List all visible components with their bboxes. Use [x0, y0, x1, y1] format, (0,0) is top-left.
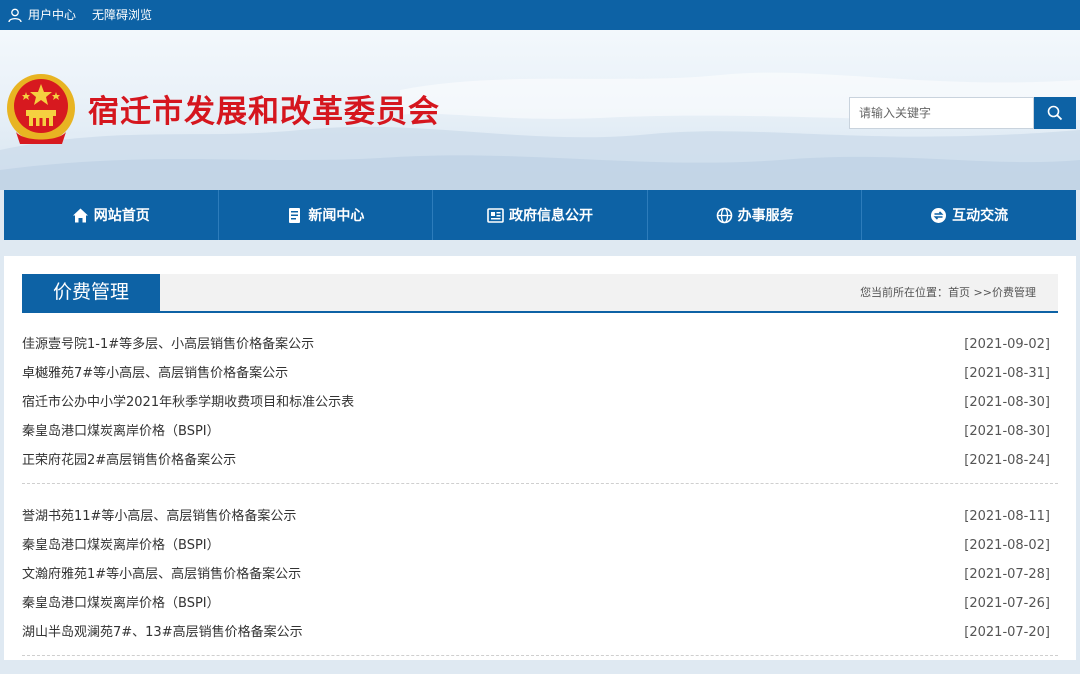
nav-label: 政府信息公开: [508, 208, 593, 224]
main-nav: 网站首页 新闻中心 政府信息公开 办事服务 互动交流: [4, 190, 1076, 240]
nav-item-info-disclosure[interactable]: 政府信息公开: [433, 190, 648, 240]
info-icon: [487, 207, 504, 223]
nav-label: 互动交流: [952, 208, 1009, 224]
news-group: 佳源壹号院1-1#等多层、小高层销售价格备案公示 [2021-09-02] 卓樾…: [22, 330, 1058, 484]
search-input[interactable]: 请输入关键字: [849, 97, 1034, 129]
home-icon: [72, 208, 88, 222]
news-title-link[interactable]: 秦皇岛港口煤炭离岸价格（BSPI）: [22, 589, 220, 618]
list-item[interactable]: 誉湖书苑11#等小高层、高层销售价格备案公示 [2021-08-11]: [22, 502, 1058, 531]
section-header: 价费管理 您当前所在位置：首页 >>价费管理: [22, 274, 1058, 313]
news-date: [2021-08-02]: [964, 538, 1050, 553]
list-item[interactable]: 正荣府花园2#高层销售价格备案公示 [2021-08-24]: [22, 446, 1058, 475]
breadcrumb: 您当前所在位置：首页 >>价费管理: [860, 274, 1036, 311]
news-date: [2021-09-02]: [964, 337, 1050, 352]
list-item[interactable]: 文瀚府雅苑1#等小高层、高层销售价格备案公示 [2021-07-28]: [22, 560, 1058, 589]
news-date: [2021-08-24]: [964, 453, 1050, 468]
user-icon: [8, 8, 22, 22]
news-date: [2021-07-28]: [964, 567, 1050, 582]
list-item[interactable]: 秦皇岛港口煤炭离岸价格（BSPI） [2021-07-26]: [22, 589, 1058, 618]
top-bar: 用户中心 无障碍浏览: [0, 0, 1080, 30]
nav-label: 新闻中心: [308, 208, 365, 224]
news-title-link[interactable]: 文瀚府雅苑1#等小高层、高层销售价格备案公示: [22, 560, 301, 589]
news-date: [2021-07-20]: [964, 625, 1050, 640]
search-icon: [1047, 105, 1063, 121]
nav-item-services[interactable]: 办事服务: [648, 190, 863, 240]
list-item[interactable]: 湖山半岛观澜苑7#、13#高层销售价格备案公示 [2021-07-20]: [22, 618, 1058, 647]
list-item[interactable]: 卓樾雅苑7#等小高层、高层销售价格备案公示 [2021-08-31]: [22, 359, 1058, 388]
news-title-link[interactable]: 秦皇岛港口煤炭离岸价格（BSPI）: [22, 417, 220, 446]
news-list: 佳源壹号院1-1#等多层、小高层销售价格备案公示 [2021-09-02] 卓樾…: [22, 330, 1058, 674]
news-title-link[interactable]: 誉湖书苑11#等小高层、高层销售价格备案公示: [22, 502, 296, 531]
list-item[interactable]: 秦皇岛港口煤炭离岸价格（BSPI） [2021-08-30]: [22, 417, 1058, 446]
news-icon: [289, 207, 301, 223]
section-title: 价费管理: [22, 274, 160, 311]
list-item[interactable]: 秦皇岛港口煤炭离岸价格（BSPI） [2021-08-02]: [22, 531, 1058, 560]
news-title-link[interactable]: 正荣府花园2#高层销售价格备案公示: [22, 446, 236, 475]
user-center-link[interactable]: 用户中心: [28, 0, 76, 30]
news-date: [2021-07-26]: [964, 596, 1050, 611]
globe-icon: [716, 207, 732, 223]
site-title: 宿迁市发展和改革委员会: [88, 94, 440, 130]
site-header: 宿迁市发展和改革委员会 请输入关键字: [0, 30, 1080, 190]
news-title-link[interactable]: 秦皇岛港口煤炭离岸价格（BSPI）: [22, 531, 220, 560]
accessibility-link[interactable]: 无障碍浏览: [92, 0, 152, 30]
breadcrumb-prefix: 您当前所在位置：: [860, 286, 949, 299]
news-date: [2021-08-31]: [964, 366, 1050, 381]
list-item[interactable]: 宿迁市公办中小学2021年秋季学期收费项目和标准公示表 [2021-08-30]: [22, 388, 1058, 417]
nav-item-home[interactable]: 网站首页: [4, 190, 219, 240]
breadcrumb-separator: >>: [970, 286, 992, 299]
national-emblem-icon: [7, 74, 75, 144]
news-group: 誉湖书苑11#等小高层、高层销售价格备案公示 [2021-08-11] 秦皇岛港…: [22, 502, 1058, 656]
news-title-link[interactable]: 佳源壹号院1-1#等多层、小高层销售价格备案公示: [22, 330, 314, 359]
news-title-link[interactable]: 宿迁市公办中小学2021年秋季学期收费项目和标准公示表: [22, 388, 354, 417]
news-date: [2021-08-30]: [964, 395, 1050, 410]
exchange-icon: [931, 207, 947, 223]
news-title-link[interactable]: 卓樾雅苑7#等小高层、高层销售价格备案公示: [22, 359, 288, 388]
news-date: [2021-08-30]: [964, 424, 1050, 439]
news-date: [2021-08-11]: [964, 509, 1050, 524]
search-button[interactable]: [1034, 97, 1076, 129]
nav-label: 网站首页: [93, 208, 150, 224]
list-item[interactable]: 佳源壹号院1-1#等多层、小高层销售价格备案公示 [2021-09-02]: [22, 330, 1058, 359]
breadcrumb-current-link[interactable]: 价费管理: [992, 286, 1036, 299]
nav-item-interaction[interactable]: 互动交流: [862, 190, 1076, 240]
nav-label: 办事服务: [737, 208, 794, 224]
nav-item-news[interactable]: 新闻中心: [219, 190, 434, 240]
news-title-link[interactable]: 湖山半岛观澜苑7#、13#高层销售价格备案公示: [22, 618, 303, 647]
main-content: 价费管理 您当前所在位置：首页 >>价费管理 佳源壹号院1-1#等多层、小高层销…: [4, 256, 1076, 660]
breadcrumb-home-link[interactable]: 首页: [948, 286, 970, 299]
